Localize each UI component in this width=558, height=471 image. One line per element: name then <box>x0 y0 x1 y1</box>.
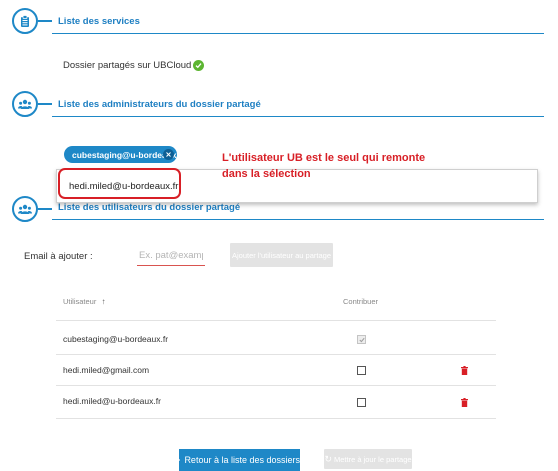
admins-section-title: Liste des administrateurs du dossier par… <box>58 99 261 110</box>
back-to-folders-button[interactable]: Retour à la liste des dossiers <box>179 449 300 471</box>
col-header-user[interactable]: Utilisateur ↑ <box>63 297 105 306</box>
row-separator <box>56 418 496 419</box>
contribute-checkbox[interactable] <box>357 366 366 375</box>
clipboard-icon <box>19 15 31 28</box>
trash-icon[interactable] <box>461 366 468 375</box>
highlight-box <box>58 168 181 199</box>
table-row-email: cubestaging@u-bordeaux.fr <box>63 334 168 344</box>
trash-icon[interactable] <box>461 398 468 407</box>
users-section-connector <box>38 208 52 210</box>
service-name: Dossier partagés sur UBCloud <box>63 60 191 71</box>
update-share-button[interactable]: ↻ Mettre à jour le partage <box>324 449 412 469</box>
table-row-email: hedi.miled@gmail.com <box>63 365 149 375</box>
row-separator <box>56 385 496 386</box>
remove-chip-icon[interactable] <box>163 149 174 160</box>
users-icon <box>18 204 32 215</box>
row-separator <box>56 354 496 355</box>
contribute-checkbox[interactable] <box>357 398 366 407</box>
users-icon <box>18 99 32 110</box>
contribute-checkbox-checked <box>357 335 366 344</box>
users-section-title: Liste des utilisateurs du dossier partag… <box>58 202 240 213</box>
check-circle-icon <box>193 60 204 71</box>
table-row-email: hedi.miled@u-bordeaux.fr <box>63 396 161 406</box>
services-section-connector <box>38 20 52 22</box>
annotation-line-1: L'utilisateur UB est le seul qui remonte <box>222 150 425 166</box>
email-label: Email à ajouter : <box>24 251 93 262</box>
back-to-folders-label: Retour à la liste des dossiers <box>184 455 300 465</box>
header-separator <box>56 320 496 321</box>
users-section-divider <box>52 219 544 220</box>
col-header-contribute: Contribuer <box>343 297 378 306</box>
update-share-label: Mettre à jour le partage <box>334 455 412 464</box>
admins-section-divider <box>52 116 544 117</box>
admin-chip[interactable]: cubestaging@u-bordeaux.fr <box>64 146 177 163</box>
add-user-button[interactable]: Ajouter l'utilisateur au partage <box>230 243 333 267</box>
list-icon <box>179 456 180 464</box>
sort-arrow-up-icon: ↑ <box>101 297 105 306</box>
col-header-user-label: Utilisateur <box>63 297 96 306</box>
services-section-title: Liste des services <box>58 16 140 27</box>
annotation-text: L'utilisateur UB est le seul qui remonte… <box>222 150 425 182</box>
services-section-icon <box>12 8 38 34</box>
refresh-icon: ↻ <box>324 454 332 465</box>
admins-section-icon <box>12 91 38 117</box>
users-section-icon <box>12 196 38 222</box>
annotation-line-2: dans la sélection <box>222 166 425 182</box>
email-input[interactable] <box>137 246 205 266</box>
admins-section-connector <box>38 103 52 105</box>
services-section-divider <box>52 33 544 34</box>
